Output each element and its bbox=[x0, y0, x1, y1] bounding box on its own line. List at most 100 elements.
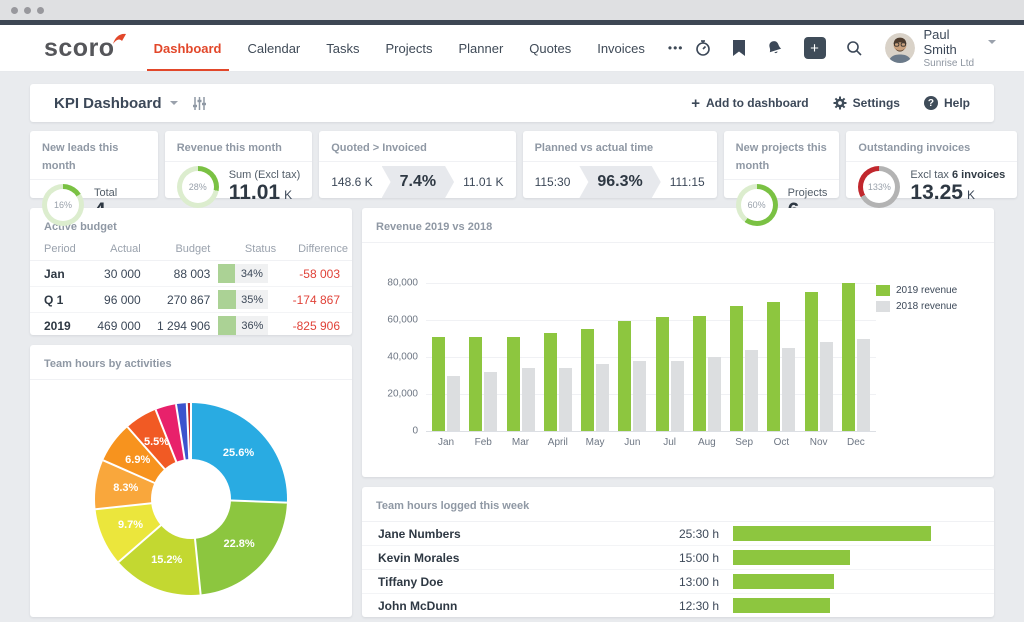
bar-2018-revenue bbox=[782, 348, 795, 431]
kpi-card: New projects this month60%Projects6 bbox=[724, 131, 840, 198]
gauge-ring: 16% bbox=[42, 184, 84, 226]
activities-donut-chart[interactable]: 25.6%22.8%15.2%9.7%8.3%6.9%5.5% bbox=[95, 403, 287, 595]
add-to-dashboard-button[interactable]: + Add to dashboard bbox=[691, 95, 808, 112]
bar-2018-revenue bbox=[671, 361, 684, 431]
gauge-ring: 60% bbox=[736, 184, 778, 226]
kpi-card-title: New projects this month bbox=[736, 142, 827, 172]
pie-slice-label: 22.8% bbox=[224, 538, 255, 550]
x-tick-label: Jun bbox=[618, 437, 646, 448]
nav-more-button[interactable]: ••• bbox=[658, 25, 694, 71]
bar-2018-revenue bbox=[857, 339, 870, 432]
nav-item-quotes[interactable]: Quotes bbox=[516, 25, 584, 71]
user-name: Paul Smith bbox=[924, 27, 983, 57]
bar-2019-revenue bbox=[693, 316, 706, 431]
ratio-percent-badge: 7.4% bbox=[382, 166, 454, 198]
card-title: Team hours logged this week bbox=[376, 500, 529, 512]
list-item: John McDunn12:30 h bbox=[362, 594, 994, 617]
x-tick-label: Mar bbox=[507, 437, 535, 448]
member-name: John McDunn bbox=[378, 599, 634, 613]
scoro-logo[interactable]: scoro bbox=[44, 25, 115, 71]
gauge-value: 28% bbox=[182, 171, 214, 203]
window-dot[interactable] bbox=[37, 7, 44, 14]
window-dot[interactable] bbox=[24, 7, 31, 14]
bell-icon[interactable] bbox=[766, 40, 784, 57]
revenue-bar-chart[interactable]: JanFebMarAprilMayJunJulAugSepOctNovDec bbox=[426, 283, 876, 471]
nav-item-planner[interactable]: Planner bbox=[445, 25, 516, 71]
logo-text: scoro bbox=[44, 36, 115, 61]
page-title: KPI Dashboard bbox=[54, 95, 162, 112]
bar-2019-revenue bbox=[767, 302, 780, 432]
dashboard-select-caret-icon[interactable] bbox=[170, 101, 178, 105]
legend-label: 2019 revenue bbox=[896, 285, 957, 296]
kpi-cards-row: New leads this month16%Total4quotesReven… bbox=[30, 131, 994, 198]
kpi-metric-label: Projects bbox=[788, 187, 828, 199]
y-tick-label: 80,000 bbox=[387, 278, 418, 289]
bar-group bbox=[544, 333, 572, 431]
kpi-card-title: Outstanding invoices bbox=[858, 142, 970, 154]
donut-hole bbox=[151, 459, 231, 539]
status-progress-fill bbox=[218, 264, 235, 283]
bar-2018-revenue bbox=[559, 368, 572, 431]
pie-slice-label: 9.7% bbox=[118, 519, 143, 531]
budget-column-header: Difference bbox=[280, 237, 352, 261]
bar-2019-revenue bbox=[581, 329, 594, 431]
budget-difference: -174 867 bbox=[280, 287, 352, 313]
y-tick-label: 20,000 bbox=[387, 389, 418, 400]
bar-2018-revenue bbox=[484, 372, 497, 431]
nav-item-invoices[interactable]: Invoices bbox=[584, 25, 658, 71]
nav-item-tasks[interactable]: Tasks bbox=[313, 25, 372, 71]
kpi-card-title: Planned vs actual time bbox=[535, 142, 654, 154]
bar-2019-revenue bbox=[656, 317, 669, 431]
status-progress-bar: 34% bbox=[218, 264, 268, 283]
nav-item-dashboard[interactable]: Dashboard bbox=[141, 25, 235, 71]
bookmark-icon[interactable] bbox=[732, 40, 746, 57]
settings-button[interactable]: Settings bbox=[833, 96, 900, 110]
budget-budget: 1 294 906 bbox=[145, 313, 215, 339]
kpi-value: 13.25K bbox=[910, 181, 1005, 204]
hours-value: 25:30 h bbox=[634, 527, 719, 541]
timer-icon[interactable] bbox=[694, 39, 712, 57]
budget-period: Q 1 bbox=[30, 287, 86, 313]
bar-2018-revenue bbox=[447, 376, 460, 432]
user-menu[interactable]: Paul Smith Sunrise Ltd bbox=[885, 25, 996, 71]
search-icon[interactable] bbox=[846, 40, 863, 57]
kpi-card-title: Revenue this month bbox=[177, 142, 282, 154]
logo-mark-icon bbox=[113, 33, 126, 45]
kpi-metric-label: Sum (Excl tax) bbox=[229, 169, 301, 181]
chart-legend: 2019 revenue2018 revenue bbox=[876, 269, 984, 471]
dashboard-toolbar: KPI Dashboard + Add to dashboard Setting bbox=[30, 84, 994, 122]
bar-2018-revenue bbox=[522, 368, 535, 431]
nav-item-calendar[interactable]: Calendar bbox=[235, 25, 314, 71]
status-percent: 36% bbox=[236, 316, 268, 335]
nav-actions: + bbox=[694, 25, 863, 71]
bar-group bbox=[842, 283, 870, 431]
kpi-card-title: Quoted > Invoiced bbox=[331, 142, 427, 154]
legend-item: 2019 revenue bbox=[876, 285, 984, 296]
bar-group bbox=[432, 337, 460, 431]
window-dot[interactable] bbox=[11, 7, 18, 14]
pie-slice-label: 5.5% bbox=[144, 436, 169, 448]
help-button[interactable]: ? Help bbox=[924, 96, 970, 110]
nav-item-projects[interactable]: Projects bbox=[373, 25, 446, 71]
budget-difference: -825 906 bbox=[280, 313, 352, 339]
bar-2019-revenue bbox=[730, 306, 743, 431]
gauge-ring: 133% bbox=[858, 166, 900, 208]
kpi-card: Planned vs actual time115:3096.3%111:15 bbox=[523, 131, 717, 198]
x-axis: JanFebMarAprilMayJunJulAugSepOctNovDec bbox=[432, 437, 870, 448]
member-name: Tiffany Doe bbox=[378, 575, 634, 589]
filter-sliders-icon[interactable] bbox=[192, 96, 207, 111]
status-progress-fill bbox=[218, 290, 236, 309]
budget-budget: 88 003 bbox=[145, 261, 215, 287]
add-icon[interactable]: + bbox=[804, 37, 826, 59]
budget-column-header: Period bbox=[30, 237, 86, 261]
bar-2018-revenue bbox=[596, 364, 609, 431]
ratio-right-value: 111:15 bbox=[670, 175, 705, 189]
hours-bar bbox=[733, 598, 830, 613]
gridline bbox=[426, 431, 876, 432]
x-tick-label: Jan bbox=[432, 437, 460, 448]
kpi-card: Quoted > Invoiced148.6 K7.4%11.01 K bbox=[319, 131, 515, 198]
bar-2019-revenue bbox=[432, 337, 445, 431]
active-budget-card: Active budget PeriodActualBudgetStatusDi… bbox=[30, 208, 352, 335]
table-row: Q 196 000270 86735%-174 867 bbox=[30, 287, 352, 313]
budget-column-header: Budget bbox=[145, 237, 215, 261]
